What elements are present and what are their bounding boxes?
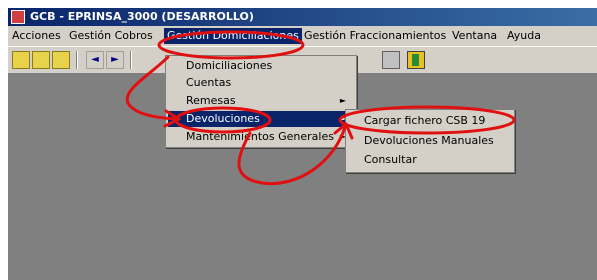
menu-gestion-cobros[interactable]: Gestión Cobros: [69, 29, 153, 43]
toolbar-icon-1[interactable]: [12, 51, 30, 69]
toolbar-separator: [76, 51, 78, 69]
app-window: GCB - EPRINSA_3000 (DESARROLLO) Acciones…: [8, 8, 597, 280]
domiciliaciones-dropdown: Domiciliaciones Cuentas Remesas ► Devolu…: [165, 55, 357, 148]
submenu-item-cargar-fichero[interactable]: Cargar fichero CSB 19: [348, 113, 512, 129]
app-icon: [11, 10, 25, 24]
menu-item-devoluciones[interactable]: Devoluciones ►: [168, 111, 354, 127]
window-title: GCB - EPRINSA_3000 (DESARROLLO): [30, 10, 254, 23]
toolbar-icon-2[interactable]: [32, 51, 50, 69]
menu-bar: Acciones Gestión Cobros Gestión Domicili…: [8, 26, 597, 47]
devoluciones-submenu: Cargar fichero CSB 19 Devoluciones Manua…: [345, 109, 515, 173]
menu-ayuda[interactable]: Ayuda: [507, 29, 541, 43]
menu-item-devoluciones-label: Devoluciones: [186, 112, 260, 125]
submenu-arrow-icon: ►: [339, 96, 346, 105]
menu-item-mantenimientos-label: Mantenimientos Generales: [186, 130, 334, 143]
menu-gestion-domiciliaciones[interactable]: Gestión Domiciliaciones: [164, 28, 302, 44]
nav-next-icon[interactable]: ►: [106, 51, 124, 69]
menu-item-domiciliaciones[interactable]: Domiciliaciones: [168, 58, 354, 74]
exit-door-icon[interactable]: [407, 51, 425, 69]
submenu-item-devoluciones-manuales[interactable]: Devoluciones Manuales: [348, 133, 512, 149]
menu-acciones[interactable]: Acciones: [12, 29, 61, 43]
title-bar: GCB - EPRINSA_3000 (DESARROLLO): [8, 8, 597, 26]
toolbar-icon-3[interactable]: [52, 51, 70, 69]
menu-item-cuentas[interactable]: Cuentas: [168, 75, 354, 91]
nav-prev-icon[interactable]: ◄: [86, 51, 104, 69]
save-icon[interactable]: [382, 51, 400, 69]
menu-ventana[interactable]: Ventana: [452, 29, 497, 43]
menu-item-remesas-label: Remesas: [186, 94, 236, 107]
menu-gestion-fraccionamientos[interactable]: Gestión Fraccionamientos: [304, 29, 446, 43]
toolbar-separator: [130, 51, 132, 69]
menu-item-remesas[interactable]: Remesas ►: [168, 93, 354, 109]
menu-item-mantenimientos-generales[interactable]: Mantenimientos Generales ►: [168, 129, 354, 145]
submenu-item-consultar[interactable]: Consultar: [348, 152, 512, 168]
